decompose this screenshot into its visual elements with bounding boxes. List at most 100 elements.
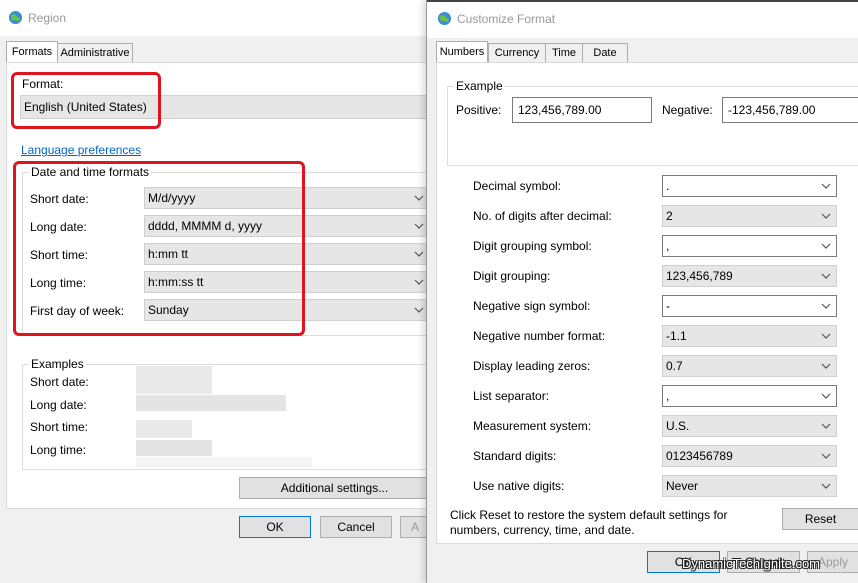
- negative-number-format-value: -1.1: [666, 329, 687, 343]
- tab-time-label: Time: [551, 47, 577, 59]
- chevron-down-icon: [821, 363, 831, 369]
- negative-label: Negative:: [662, 103, 713, 117]
- customize-window: Customize Format Numbers Currency Time D…: [426, 0, 858, 583]
- chevron-down-icon: [821, 333, 831, 339]
- tab-date-label: Date: [593, 47, 617, 59]
- chevron-down-icon: [414, 279, 424, 285]
- chevron-down-icon: [821, 213, 831, 219]
- example-value-blur: [136, 457, 312, 467]
- reset-note-line2: numbers, currency, time, and date.: [450, 523, 635, 537]
- customize-apply-label: Apply: [817, 555, 849, 569]
- region-ok-label: OK: [266, 520, 284, 534]
- negative-example-field: -123,456,789.00: [722, 97, 858, 123]
- tab-currency-label: Currency: [494, 47, 540, 59]
- digits-after-decimal-label: No. of digits after decimal:: [473, 209, 612, 223]
- digit-grouping-value: 123,456,789: [666, 269, 733, 283]
- region-title: Region: [28, 11, 67, 25]
- examples-group-title: Examples: [29, 357, 86, 371]
- digits-after-decimal-value: 2: [666, 209, 673, 223]
- positive-value: 123,456,789.00: [518, 103, 602, 117]
- digit-grouping-symbol-value: ,: [666, 239, 670, 253]
- digit-grouping-symbol-label: Digit grouping symbol:: [473, 239, 592, 253]
- example-group-title: Example: [454, 79, 505, 93]
- negative-sign-select[interactable]: -: [662, 295, 837, 317]
- region-ok-button[interactable]: OK: [239, 516, 311, 538]
- standard-digits-value: 0123456789: [666, 449, 733, 463]
- globe-icon: [437, 11, 452, 26]
- globe-icon: [8, 10, 23, 25]
- digit-grouping-select[interactable]: 123,456,789: [662, 265, 837, 287]
- chevron-down-icon: [821, 453, 831, 459]
- chevron-down-icon: [414, 307, 424, 313]
- tab-numbers-label: Numbers: [439, 46, 485, 58]
- tab-date[interactable]: Date: [582, 43, 628, 62]
- standard-digits-select[interactable]: 0123456789: [662, 445, 837, 467]
- decimal-symbol-value: .: [666, 179, 670, 193]
- measurement-system-select[interactable]: U.S.: [662, 415, 837, 437]
- format-highlight: [11, 72, 161, 129]
- example-value-blur: [136, 395, 286, 411]
- tab-administrative[interactable]: Administrative: [57, 43, 133, 62]
- additional-settings-button[interactable]: Additional settings...: [239, 477, 430, 499]
- example-value-blur: [136, 366, 212, 394]
- negative-number-format-select[interactable]: -1.1: [662, 325, 837, 347]
- customize-title: Customize Format: [457, 12, 556, 26]
- native-digits-value: Never: [666, 479, 699, 493]
- negative-value: -123,456,789.00: [728, 103, 816, 117]
- chevron-down-icon: [414, 223, 424, 229]
- leading-zeros-label: Display leading zeros:: [473, 359, 591, 373]
- additional-settings-label: Additional settings...: [280, 481, 389, 495]
- measurement-system-value: U.S.: [666, 419, 690, 433]
- digits-after-decimal-select[interactable]: 2: [662, 205, 837, 227]
- chevron-down-icon: [414, 251, 424, 257]
- region-titlebar: Region: [0, 0, 430, 36]
- region-cancel-button[interactable]: Cancel: [320, 516, 392, 538]
- language-preferences-link[interactable]: Language preferences: [21, 143, 141, 157]
- negative-sign-value: -: [666, 299, 670, 313]
- native-digits-select[interactable]: Never: [662, 475, 837, 497]
- chevron-down-icon: [821, 243, 831, 249]
- standard-digits-label: Standard digits:: [473, 449, 557, 463]
- chevron-down-icon: [414, 195, 424, 201]
- measurement-system-label: Measurement system:: [473, 419, 592, 433]
- tab-administrative-label: Administrative: [60, 47, 130, 59]
- chevron-down-icon: [821, 393, 831, 399]
- chevron-down-icon: [821, 273, 831, 279]
- chevron-down-icon: [821, 423, 831, 429]
- tab-numbers[interactable]: Numbers: [436, 41, 488, 62]
- chevron-down-icon: [821, 183, 831, 189]
- tab-formats-label: Formats: [11, 46, 53, 58]
- example-value-blur: [136, 440, 212, 456]
- tab-currency[interactable]: Currency: [488, 43, 546, 62]
- example-short-time-label: Short time:: [30, 420, 89, 434]
- region-cancel-label: Cancel: [337, 520, 375, 534]
- list-separator-select[interactable]: ,: [662, 385, 837, 407]
- positive-example-field: 123,456,789.00: [512, 97, 652, 123]
- reset-button[interactable]: Reset: [782, 508, 858, 530]
- positive-label: Positive:: [456, 103, 502, 117]
- negative-number-format-label: Negative number format:: [473, 329, 606, 343]
- list-separator-value: ,: [666, 389, 670, 403]
- reset-label: Reset: [804, 512, 837, 526]
- negative-sign-label: Negative sign symbol:: [473, 299, 591, 313]
- list-separator-label: List separator:: [473, 389, 550, 403]
- tab-formats[interactable]: Formats: [6, 41, 58, 62]
- leading-zeros-value: 0.7: [666, 359, 683, 373]
- tab-time[interactable]: Time: [545, 43, 583, 62]
- watermark-text: DynamicTechIgnite.com: [682, 556, 820, 571]
- example-value-blur: [136, 420, 192, 438]
- chevron-down-icon: [821, 303, 831, 309]
- datetime-highlight: [13, 161, 305, 336]
- decimal-symbol-label: Decimal symbol:: [473, 179, 562, 193]
- example-long-date-label: Long date:: [30, 398, 87, 412]
- native-digits-label: Use native digits:: [473, 479, 565, 493]
- leading-zeros-select[interactable]: 0.7: [662, 355, 837, 377]
- region-apply-label: A: [410, 520, 419, 534]
- decimal-symbol-select[interactable]: .: [662, 175, 837, 197]
- customize-titlebar: Customize Format: [427, 0, 858, 38]
- digit-grouping-symbol-select[interactable]: ,: [662, 235, 837, 257]
- digit-grouping-label: Digit grouping:: [473, 269, 551, 283]
- example-long-time-label: Long time:: [30, 443, 87, 457]
- chevron-down-icon: [821, 483, 831, 489]
- reset-note-line1: Click Reset to restore the system defaul…: [450, 508, 728, 522]
